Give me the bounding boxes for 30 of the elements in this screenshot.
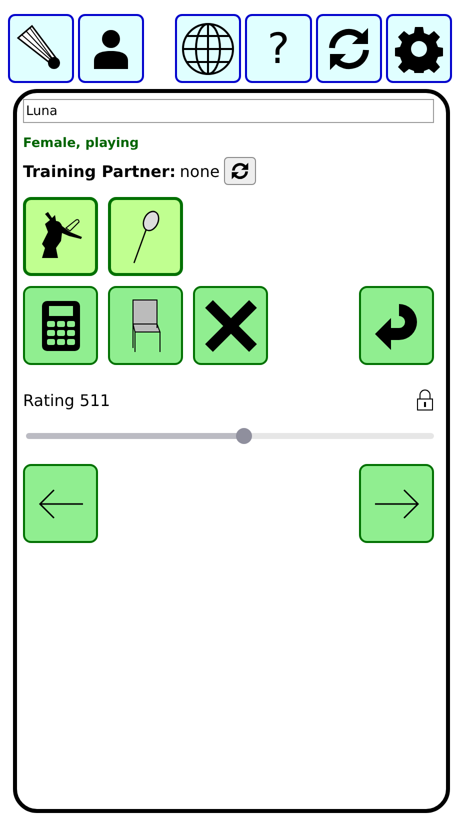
right-arrow-icon bbox=[374, 488, 420, 520]
left-arrow-icon bbox=[38, 488, 84, 520]
slider-thumb[interactable] bbox=[236, 428, 252, 444]
rating-slider[interactable] bbox=[26, 428, 434, 444]
chair-button[interactable] bbox=[108, 286, 183, 365]
refresh-button[interactable] bbox=[316, 14, 382, 83]
name-field[interactable]: Luna bbox=[23, 99, 434, 123]
previous-button[interactable] bbox=[23, 464, 98, 543]
settings-button[interactable] bbox=[386, 14, 452, 83]
refresh-icon bbox=[230, 162, 250, 180]
calculator-button[interactable] bbox=[23, 286, 98, 365]
cross-icon bbox=[202, 298, 258, 354]
player-button[interactable] bbox=[23, 197, 98, 276]
next-button[interactable] bbox=[359, 464, 434, 543]
racket-icon bbox=[130, 208, 160, 264]
partner-label: Training Partner: bbox=[23, 162, 176, 180]
partner-value: none bbox=[180, 162, 220, 180]
globe-icon bbox=[181, 22, 236, 76]
globe-button[interactable] bbox=[175, 14, 242, 83]
person-button[interactable] bbox=[78, 14, 144, 83]
rating-label: Rating 511 bbox=[23, 390, 110, 410]
calculator-icon bbox=[40, 300, 80, 352]
shuttlecock-button[interactable] bbox=[8, 14, 74, 83]
swap-partner-button[interactable] bbox=[224, 157, 256, 185]
racket-button[interactable] bbox=[108, 197, 183, 276]
cross-button[interactable] bbox=[193, 286, 268, 365]
help-button[interactable]: ? bbox=[245, 14, 312, 83]
player-status: Female, playing bbox=[23, 136, 140, 151]
settings-icon bbox=[394, 24, 443, 72]
return-button[interactable] bbox=[359, 286, 434, 365]
